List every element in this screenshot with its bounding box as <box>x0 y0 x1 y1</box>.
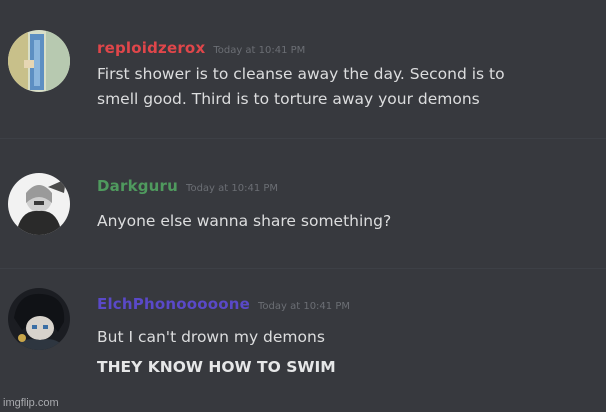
chat-message: reploidzerox Today at 10:41 PM First show… <box>0 0 606 130</box>
anime-character-avatar-icon <box>8 30 70 92</box>
chat-message-list: reploidzerox Today at 10:41 PM First show… <box>0 0 606 412</box>
message-header: ElchPhonooooone Today at 10:41 PM <box>97 294 350 313</box>
message-text-line: Anyone else wanna share something? <box>97 212 392 230</box>
chat-message: Darkguru Today at 10:41 PM Anyone else wa… <box>0 140 606 260</box>
message-divider <box>0 268 606 269</box>
watermark: imgflip.com <box>3 397 59 409</box>
grayscale-portrait-avatar-icon <box>8 173 70 235</box>
username[interactable]: ElchPhonooooone <box>97 295 250 313</box>
message-header: Darkguru Today at 10:41 PM <box>97 176 278 195</box>
user-avatar[interactable] <box>8 288 70 350</box>
message-text-line: First shower is to cleanse away the day.… <box>97 65 505 83</box>
user-avatar[interactable] <box>8 173 70 235</box>
message-text-line: smell good. Third is to torture away you… <box>97 90 480 108</box>
message-text-line: But I can't drown my demons <box>97 328 325 346</box>
timestamp: Today at 10:41 PM <box>258 301 350 312</box>
message-text-line: THEY KNOW HOW TO SWIM <box>97 358 336 376</box>
username[interactable]: reploidzerox <box>97 39 205 57</box>
timestamp: Today at 10:41 PM <box>186 183 279 194</box>
chat-message: ElchPhonooooone Today at 10:41 PM But I c… <box>0 270 606 390</box>
message-header: reploidzerox Today at 10:41 PM <box>97 38 305 57</box>
user-avatar[interactable] <box>8 30 70 92</box>
message-divider <box>0 138 606 139</box>
timestamp: Today at 10:41 PM <box>213 45 306 56</box>
anime-dark-hair-avatar-icon <box>8 288 70 350</box>
username[interactable]: Darkguru <box>97 177 178 195</box>
